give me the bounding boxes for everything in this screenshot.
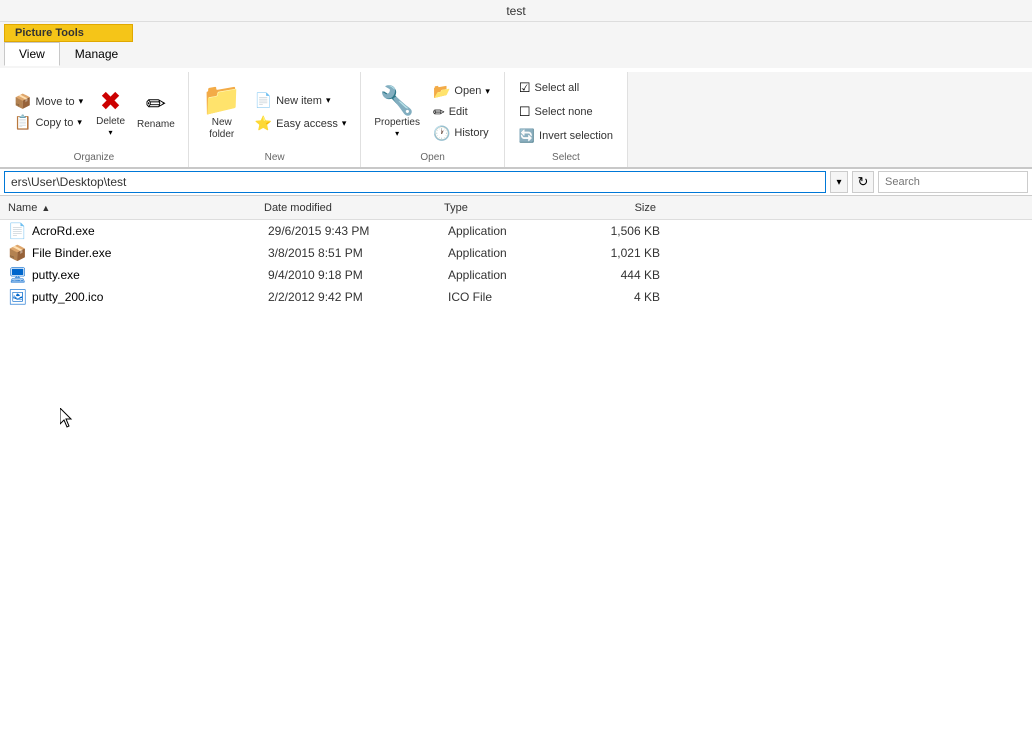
open-button[interactable]: 📂 Open ▾ bbox=[427, 81, 496, 102]
open-group: 🔧 Properties ▾ 📂 Open ▾ ✏ Edit 🕐 History bbox=[361, 72, 504, 167]
file-size: 444 KB bbox=[568, 268, 668, 282]
mouse-cursor bbox=[60, 408, 74, 431]
title-bar: test bbox=[0, 0, 1032, 22]
file-date: 2/2/2012 9:42 PM bbox=[268, 290, 448, 304]
file-icon: 🖥 bbox=[8, 266, 26, 284]
column-header-name[interactable]: Name ▲ bbox=[4, 202, 264, 214]
ribbon: 📦 Move to ▾ 📋 Copy to ▾ ✖ Delete ▾ ✏ Re bbox=[0, 68, 1032, 169]
table-row[interactable]: 📦 File Binder.exe 3/8/2015 8:51 PM Appli… bbox=[0, 242, 1032, 264]
new-folder-button[interactable]: 📁 Newfolder bbox=[197, 80, 247, 144]
move-to-button[interactable]: 📦 Move to ▾ bbox=[8, 91, 89, 112]
select-group: ☑ Select all ☐ Select none 🔄 Invert sele… bbox=[505, 72, 628, 167]
organize-group: 📦 Move to ▾ 📋 Copy to ▾ ✖ Delete ▾ ✏ Re bbox=[0, 72, 189, 167]
easy-access-button[interactable]: ⭐ Easy access ▾ bbox=[249, 112, 353, 135]
file-size: 1,506 KB bbox=[568, 224, 668, 238]
invert-selection-button[interactable]: 🔄 Invert selection bbox=[513, 124, 619, 148]
picture-tools-label: Picture Tools bbox=[4, 24, 133, 42]
file-list-header: Name ▲ Date modified Type Size bbox=[0, 196, 1032, 220]
table-row[interactable]: 🖼 putty_200.ico 2/2/2012 9:42 PM ICO Fil… bbox=[0, 286, 1032, 308]
file-list: Name ▲ Date modified Type Size 📄 AcroRd.… bbox=[0, 196, 1032, 732]
edit-button[interactable]: ✏ Edit bbox=[427, 102, 496, 123]
address-input[interactable] bbox=[4, 171, 826, 193]
table-row[interactable]: 🖥 putty.exe 9/4/2010 9:18 PM Application… bbox=[0, 264, 1032, 286]
file-icon: 🖼 bbox=[8, 288, 26, 306]
select-all-button[interactable]: ☑ Select all bbox=[513, 76, 619, 100]
file-size: 1,021 KB bbox=[568, 246, 668, 260]
empty-area bbox=[0, 308, 1032, 608]
column-header-type[interactable]: Type bbox=[444, 202, 564, 214]
file-icon: 📄 bbox=[8, 222, 26, 240]
open-label: Open bbox=[420, 148, 444, 163]
search-input[interactable] bbox=[878, 171, 1028, 193]
rename-button[interactable]: ✏ Rename bbox=[132, 90, 180, 134]
copy-to-button[interactable]: 📋 Copy to ▾ bbox=[8, 112, 89, 133]
properties-button[interactable]: 🔧 Properties ▾ bbox=[369, 84, 425, 141]
file-date: 9/4/2010 9:18 PM bbox=[268, 268, 448, 282]
file-name: putty.exe bbox=[32, 268, 80, 282]
file-name-cell: 🖼 putty_200.ico bbox=[8, 288, 268, 306]
delete-button[interactable]: ✖ Delete ▾ bbox=[91, 85, 130, 140]
file-size: 4 KB bbox=[568, 290, 668, 304]
select-none-button[interactable]: ☐ Select none bbox=[513, 100, 619, 124]
address-dropdown-button[interactable]: ▾ bbox=[830, 171, 848, 193]
organize-label: Organize bbox=[74, 148, 115, 163]
column-header-date[interactable]: Date modified bbox=[264, 202, 444, 214]
new-group: 📁 Newfolder 📄 New item ▾ ⭐ Easy access ▾… bbox=[189, 72, 362, 167]
window-title: test bbox=[506, 4, 525, 18]
history-button[interactable]: 🕐 History bbox=[427, 123, 496, 144]
table-row[interactable]: 📄 AcroRd.exe 29/6/2015 9:43 PM Applicati… bbox=[0, 220, 1032, 242]
file-name-cell: 📦 File Binder.exe bbox=[8, 244, 268, 262]
file-date: 3/8/2015 8:51 PM bbox=[268, 246, 448, 260]
file-type: Application bbox=[448, 224, 568, 238]
new-item-button[interactable]: 📄 New item ▾ bbox=[249, 89, 353, 112]
file-type: Application bbox=[448, 268, 568, 282]
new-label: New bbox=[265, 148, 285, 163]
file-name-cell: 📄 AcroRd.exe bbox=[8, 222, 268, 240]
column-header-size[interactable]: Size bbox=[564, 202, 664, 214]
select-label: Select bbox=[552, 148, 580, 163]
refresh-button[interactable]: ↻ bbox=[852, 171, 874, 193]
address-bar: ▾ ↻ bbox=[0, 169, 1032, 196]
main-content: Name ▲ Date modified Type Size 📄 AcroRd.… bbox=[0, 196, 1032, 732]
file-date: 29/6/2015 9:43 PM bbox=[268, 224, 448, 238]
tab-view[interactable]: View bbox=[4, 42, 60, 66]
tab-manage[interactable]: Manage bbox=[60, 42, 133, 66]
file-name-cell: 🖥 putty.exe bbox=[8, 266, 268, 284]
file-name: AcroRd.exe bbox=[32, 224, 95, 238]
file-name: File Binder.exe bbox=[32, 246, 111, 260]
file-icon: 📦 bbox=[8, 244, 26, 262]
file-name: putty_200.ico bbox=[32, 290, 103, 304]
file-type: ICO File bbox=[448, 290, 568, 304]
file-type: Application bbox=[448, 246, 568, 260]
